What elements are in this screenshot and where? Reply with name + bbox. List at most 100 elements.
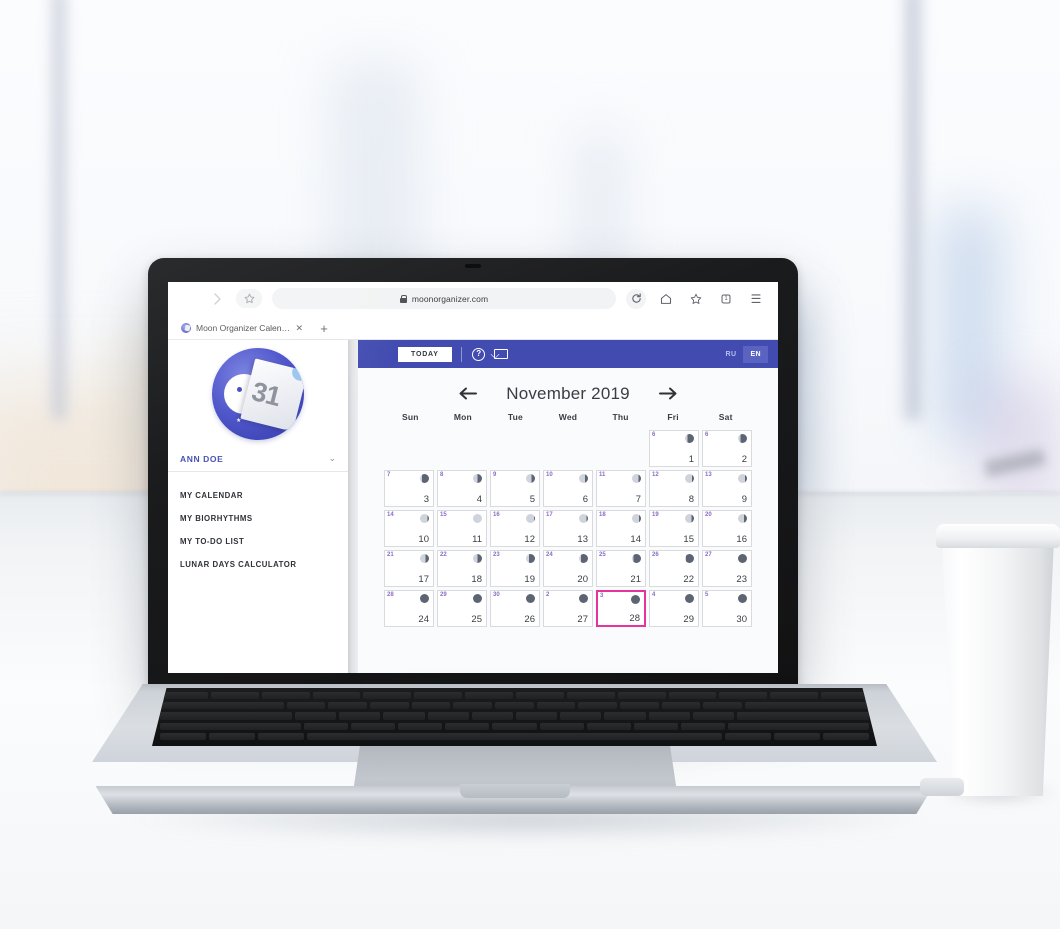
calendar-day-number: 15: [683, 534, 694, 545]
sidebar-item-label: MY BIORHYTHMS: [180, 514, 253, 523]
calendar-cell[interactable]: 18 14: [596, 510, 646, 547]
key-row: [160, 702, 869, 710]
lunar-day-number: 12: [652, 472, 659, 478]
url-text: moonorganizer.com: [411, 293, 489, 304]
calendar-cell[interactable]: 20 16: [702, 510, 752, 547]
lunar-day-number: 10: [546, 472, 553, 478]
calendar-cell[interactable]: 16 12: [490, 510, 540, 547]
new-tab-button[interactable]: +: [313, 317, 335, 339]
sidebar-item-my-to-do-list[interactable]: MY TO-DO LIST: [168, 530, 348, 553]
moon-phase-icon: [632, 514, 641, 523]
calendar-grid: 6 1 6 2 7 3 8 4 9 5 10 6 11 7 12 8 13 9 14 10 15 11 16 12 17 13 18…: [384, 430, 752, 627]
lunar-day-number: 2: [546, 592, 550, 598]
calendar-day-number: 19: [524, 574, 535, 585]
home-icon[interactable]: [656, 289, 676, 309]
calendar-cell[interactable]: 26 22: [649, 550, 699, 587]
calendar-day-number: 28: [629, 613, 640, 624]
bookmark-star-icon[interactable]: [686, 289, 706, 309]
calendar-cell[interactable]: 84: [437, 470, 487, 507]
calendar-cell[interactable]: 73: [384, 470, 434, 507]
calendar-cell[interactable]: 95: [490, 470, 540, 507]
laptop-webcam: [465, 264, 481, 268]
sidebar-item-lunar-days-calculator[interactable]: LUNAR DAYS CALCULATOR: [168, 553, 348, 576]
calendar-cell[interactable]: 21 17: [384, 550, 434, 587]
lunar-day-number: 23: [493, 552, 500, 558]
browser-toolbar: back-arrow-icon moonorganizer.com: [168, 282, 778, 315]
tab-count-icon[interactable]: 1: [716, 289, 736, 309]
key-row: [160, 712, 869, 720]
weekday-label: Mon: [453, 412, 472, 422]
moon-phase-icon: [473, 474, 482, 483]
lunar-day-number: 25: [599, 552, 606, 558]
calendar-cell[interactable]: 28 24: [384, 590, 434, 627]
moon-phase-icon: [579, 594, 588, 603]
calendar-day-number: 24: [418, 614, 429, 625]
calendar-cell[interactable]: 14 10: [384, 510, 434, 547]
user-account-row[interactable]: ANN DOE ⌄: [168, 448, 348, 472]
calendar-cell[interactable]: 23 19: [490, 550, 540, 587]
prev-month-arrow-icon[interactable]: [458, 385, 478, 404]
calendar-cell[interactable]: 22 18: [437, 550, 487, 587]
lunar-day-number: 5: [705, 592, 709, 598]
calendar-cell[interactable]: 29 25: [437, 590, 487, 627]
calendar-cell[interactable]: 13 9: [702, 470, 752, 507]
reload-icon[interactable]: [626, 288, 646, 309]
moon-phase-icon: [473, 514, 482, 523]
key-rows: [160, 692, 870, 741]
sidebar-item-my-calendar[interactable]: MY CALENDAR: [168, 484, 348, 507]
calendar-cell[interactable]: 25 21: [596, 550, 646, 587]
calendar-cell[interactable]: 24 20: [543, 550, 593, 587]
keyboard[interactable]: [152, 688, 877, 746]
calendar-cell-today[interactable]: 3 28: [596, 590, 646, 627]
moon-phase-icon: [685, 594, 694, 603]
calendar-cell[interactable]: 27 23: [702, 550, 752, 587]
moon-phase-icon: [579, 554, 588, 563]
calendar-day-number: 6: [582, 494, 588, 505]
today-button[interactable]: TODAY: [398, 346, 452, 362]
calendar-cell[interactable]: 62: [702, 430, 752, 467]
back-icon[interactable]: back-arrow-icon: [180, 290, 198, 308]
calendar-cell[interactable]: 12 8: [649, 470, 699, 507]
moon-phase-icon: [685, 474, 694, 483]
calendar-cell[interactable]: 10 6: [543, 470, 593, 507]
moon-organizer-logo-icon[interactable]: ★ ★ 31: [212, 348, 304, 440]
lang-ru-button[interactable]: RU: [719, 346, 744, 363]
sidebar: ★ ★ 31 ANN DOE ⌄: [168, 340, 348, 673]
browser-tab[interactable]: Moon Organizer Calend... ✕: [174, 317, 309, 339]
sidebar-gutter: [348, 340, 358, 673]
lang-en-button[interactable]: EN: [743, 345, 768, 363]
calendar-cell[interactable]: 30 26: [490, 590, 540, 627]
lunar-day-number: 8: [440, 472, 444, 478]
next-month-arrow-icon[interactable]: [658, 385, 678, 404]
chevron-down-icon[interactable]: ⌄: [328, 453, 336, 464]
calendar-cell[interactable]: 19 15: [649, 510, 699, 547]
calendar-cell-empty: [490, 430, 540, 467]
help-icon[interactable]: ?: [471, 346, 487, 362]
calendar-cell[interactable]: 4 29: [649, 590, 699, 627]
menu-icon[interactable]: ☰: [746, 289, 766, 309]
sidebar-item-my-biorhythms[interactable]: MY BIORHYTHMS: [168, 507, 348, 530]
calendar-day-number: 23: [736, 574, 747, 585]
forward-icon[interactable]: [208, 290, 226, 308]
shield-star-icon[interactable]: [236, 289, 262, 308]
calendar-cell[interactable]: 15 11: [437, 510, 487, 547]
calendar-cell[interactable]: 17 13: [543, 510, 593, 547]
lunar-day-number: 3: [600, 593, 604, 599]
envelope-glyph: [493, 349, 508, 359]
calendar-day-number: 3: [423, 494, 429, 505]
close-icon[interactable]: ✕: [295, 323, 303, 333]
calendar-cell[interactable]: 11 7: [596, 470, 646, 507]
calendar-day-number: 9: [741, 494, 747, 505]
moon-phase-icon: [526, 514, 535, 523]
calendar-cell[interactable]: 61: [649, 430, 699, 467]
calendar-day-number: 4: [476, 494, 482, 505]
address-bar[interactable]: moonorganizer.com: [272, 288, 616, 309]
calendar-cell[interactable]: 5 30: [702, 590, 752, 627]
calendar-cell[interactable]: 2 27: [543, 590, 593, 627]
moon-phase-icon: [738, 554, 747, 563]
mail-icon[interactable]: [493, 346, 509, 362]
main-content: TODAY ? RU EN November 2019 Sun Mon Tue …: [358, 340, 778, 673]
lunar-day-number: 17: [546, 512, 553, 518]
calendar-day-number: 11: [472, 534, 482, 545]
lunar-day-number: 24: [546, 552, 553, 558]
